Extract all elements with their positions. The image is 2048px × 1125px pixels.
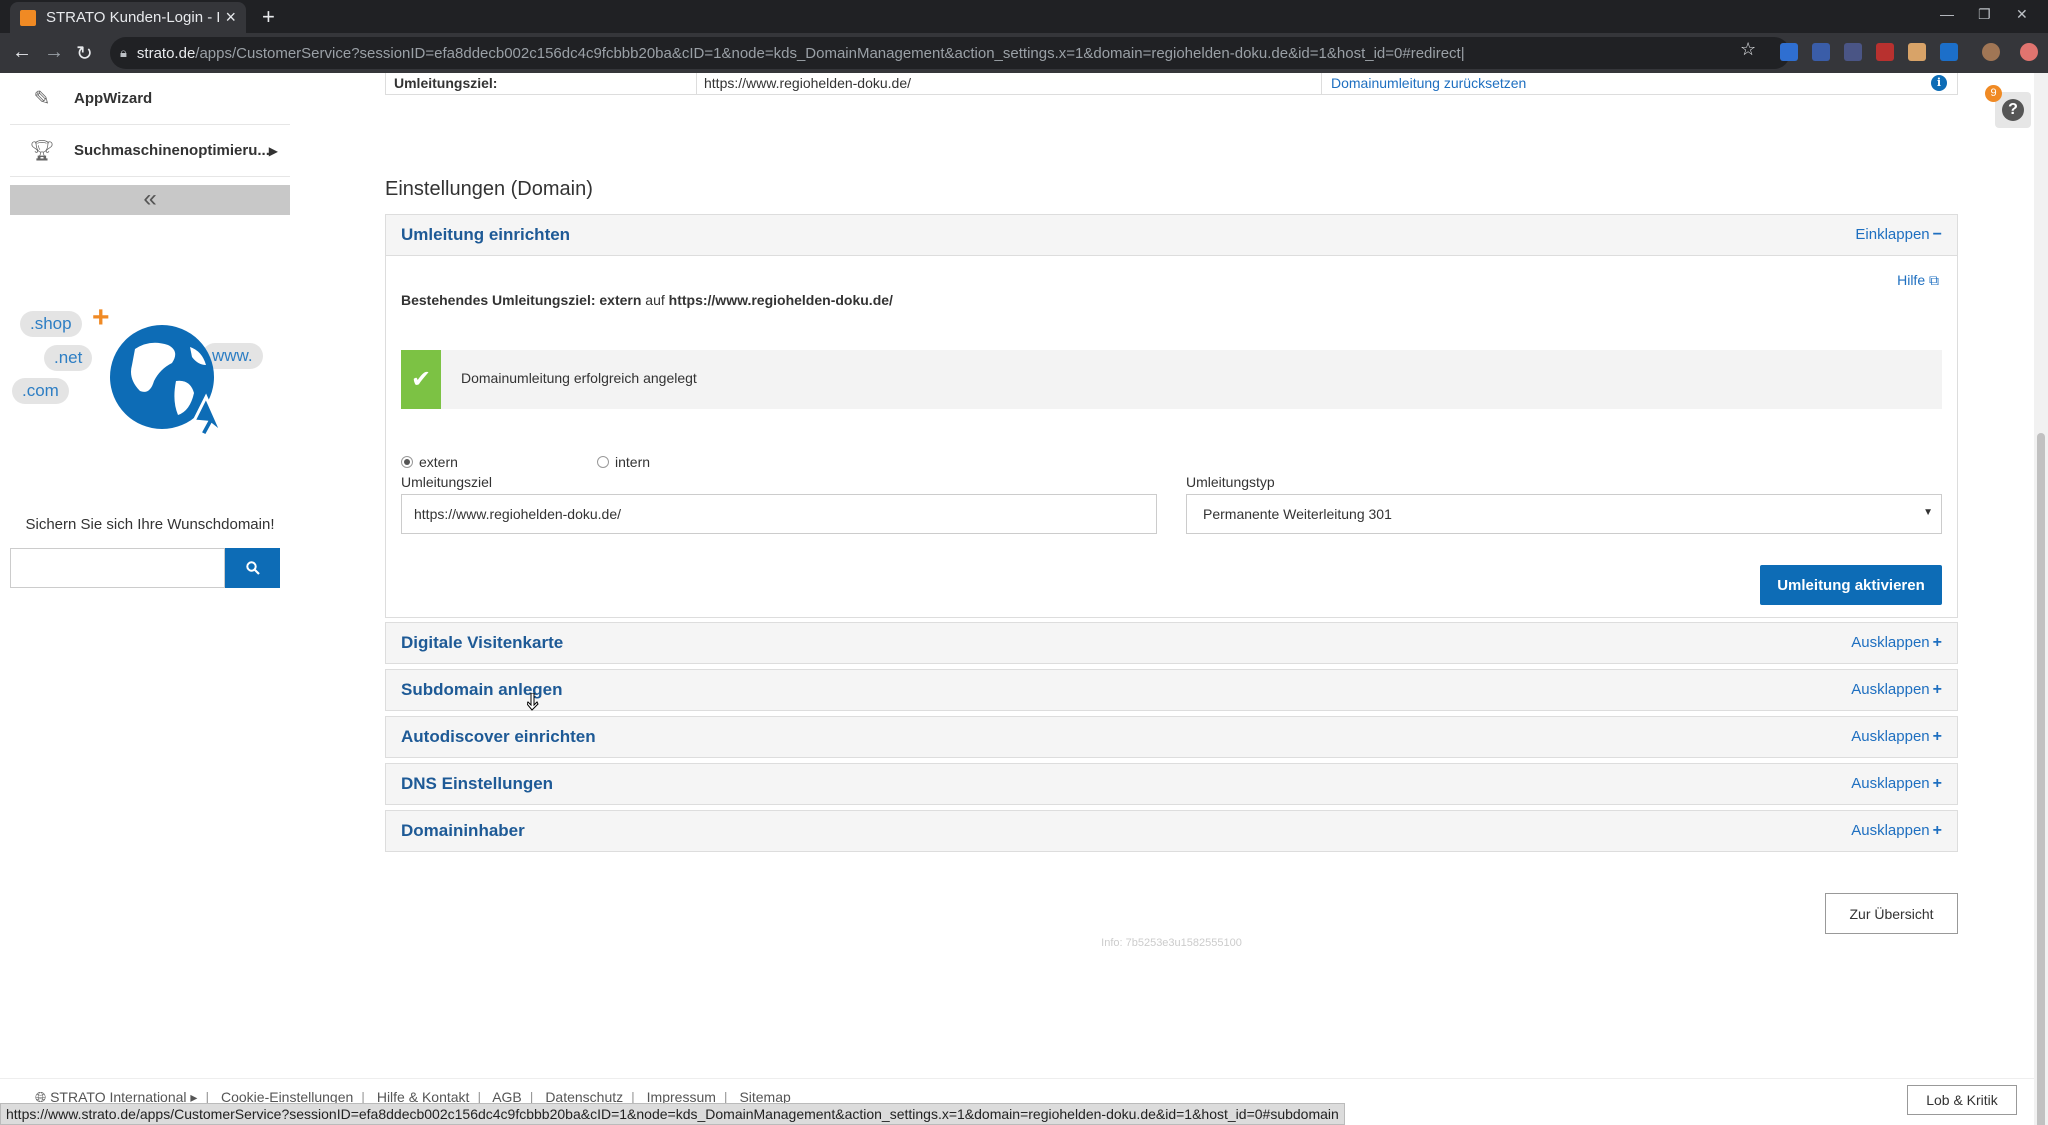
globe-icon: [110, 325, 224, 436]
panel-dns[interactable]: DNS Einstellungen Ausklappen +: [385, 763, 1958, 805]
radio-extern[interactable]: extern: [401, 454, 458, 470]
panel-digital-card[interactable]: Digitale Visitenkarte Ausklappen +: [385, 622, 1958, 664]
redirect-summary-label: Umleitungsziel:: [394, 75, 498, 91]
redirect-target-input[interactable]: https://www.regiohelden-doku.de/: [401, 494, 1157, 534]
redirect-type-select[interactable]: Permanente Weiterleitung 301 ▼: [1186, 494, 1942, 534]
panel-title: DNS Einstellungen: [401, 774, 554, 793]
plus-icon: +: [1932, 728, 1942, 745]
expand-toggle[interactable]: Ausklappen +: [1851, 634, 1942, 652]
trophy-icon: 🏆︎: [29, 140, 55, 162]
redirect-panel-header[interactable]: Umleitung einrichten Einklappen −: [386, 215, 1957, 255]
back-to-overview-button[interactable]: Zur Übersicht: [1825, 893, 1958, 934]
caret-down-icon: ▼: [1923, 507, 1933, 518]
expand-toggle[interactable]: Ausklappen +: [1851, 822, 1942, 840]
close-tab-icon[interactable]: ×: [225, 7, 236, 28]
plus-icon: +: [1932, 775, 1942, 792]
panel-title: Domaininhaber: [401, 821, 525, 840]
promo-bubble: .net: [44, 345, 93, 371]
notification-badge: 9: [1985, 85, 2002, 102]
plus-sparkle-icon: +: [92, 301, 110, 334]
checkmark-icon: ✔: [401, 350, 441, 409]
minus-icon: −: [1932, 226, 1942, 243]
browser-tabbar: STRATO Kunden-Login - D × + — ❐ ✕: [0, 0, 2048, 33]
minimize-icon[interactable]: —: [1940, 6, 1954, 22]
section-title: Einstellungen (Domain): [385, 178, 593, 200]
type-label: Umleitungstyp: [1186, 474, 1275, 490]
new-tab-icon[interactable]: +: [262, 4, 275, 30]
plus-icon: +: [1932, 822, 1942, 839]
forward-icon[interactable]: →: [44, 41, 64, 64]
help-link[interactable]: Hilfe ⧉: [1897, 272, 1939, 289]
success-message: ✔ Domainumleitung erfolgreich angelegt: [401, 350, 1942, 409]
panel-subdomain[interactable]: Subdomain anlegen Ausklappen +: [385, 669, 1958, 711]
redirect-summary-value: https://www.regiohelden-doku.de/: [704, 75, 912, 91]
scroll-thumb[interactable]: [2037, 433, 2045, 1125]
page-scrollbar[interactable]: [2034, 73, 2048, 1125]
browser-toolbar: ← → ↻ 🔒︎ strato.de /apps/CustomerService…: [0, 33, 2048, 73]
panel-domain-owner[interactable]: Domaininhaber Ausklappen +: [385, 810, 1958, 852]
close-window-icon[interactable]: ✕: [2016, 6, 2028, 23]
plus-icon: +: [1932, 681, 1942, 698]
extension-icon[interactable]: [1940, 43, 1958, 61]
sidebar-item-label: Suchmaschinenoptimieru...: [74, 142, 270, 159]
panel-title: Autodiscover einrichten: [401, 727, 596, 746]
address-bar[interactable]: 🔒︎ strato.de /apps/CustomerService?sessi…: [110, 37, 1790, 69]
caret-right-icon: ▶: [268, 143, 278, 158]
existing-redirect-target: Bestehendes Umleitungsziel: extern auf h…: [401, 292, 893, 308]
plus-icon: +: [1932, 634, 1942, 651]
redirect-panel-body: Hilfe ⧉ Bestehendes Umleitungsziel: exte…: [386, 255, 1957, 617]
domain-search-input[interactable]: [10, 548, 225, 588]
panel-title: Umleitung einrichten: [401, 225, 571, 244]
back-icon[interactable]: ←: [12, 41, 32, 64]
expand-toggle[interactable]: Ausklappen +: [1851, 775, 1942, 793]
reload-icon[interactable]: ↻: [76, 41, 93, 66]
expand-toggle[interactable]: Ausklappen +: [1851, 681, 1942, 699]
url-host: strato.de: [136, 44, 196, 62]
radio-intern[interactable]: intern: [597, 454, 650, 470]
redirect-summary-row: Umleitungsziel: https://www.regiohelden-…: [385, 73, 1958, 95]
tab-title: STRATO Kunden-Login - D: [46, 9, 220, 26]
magic-wand-icon: ✎: [33, 88, 51, 110]
promo-bubble: .shop: [20, 311, 82, 337]
sidebar-item-label: AppWizard: [74, 90, 153, 107]
collapse-toggle[interactable]: Einklappen −: [1855, 226, 1942, 244]
extension-icon[interactable]: [1812, 43, 1830, 61]
update-icon[interactable]: [2020, 43, 2038, 61]
extension-icon[interactable]: [1876, 43, 1894, 61]
redirect-panel: Umleitung einrichten Einklappen − Hilfe ⧉…: [385, 214, 1958, 618]
success-text: Domainumleitung erfolgreich angelegt: [461, 370, 697, 386]
domain-search-button[interactable]: [225, 548, 280, 588]
bookmark-star-icon[interactable]: ☆: [1740, 39, 1756, 60]
browser-tab[interactable]: STRATO Kunden-Login - D ×: [10, 2, 246, 33]
radio-button-checked[interactable]: [401, 456, 413, 468]
extension-icon[interactable]: [1844, 43, 1862, 61]
panel-autodiscover[interactable]: Autodiscover einrichten Ausklappen +: [385, 716, 1958, 758]
panel-title: Digitale Visitenkarte: [401, 633, 564, 652]
url-path: /apps/CustomerService?sessionID=efa8ddec…: [195, 44, 1465, 62]
promo-text: Sichern Sie sich Ihre Wunschdomain!: [25, 516, 275, 533]
promo-bubble: .com: [12, 378, 69, 404]
strato-favicon-icon: [20, 9, 36, 26]
browser-status-bar: https://www.strato.de/apps/CustomerServi…: [0, 1103, 1345, 1125]
mouse-pointer-icon: [527, 693, 539, 711]
external-link-icon: ⧉: [1929, 272, 1939, 288]
activate-redirect-button[interactable]: Umleitung aktivieren: [1760, 565, 1942, 605]
search-icon: [245, 561, 260, 575]
sidebar-collapse-button[interactable]: «: [10, 185, 290, 215]
feedback-button[interactable]: Lob & Kritik: [1907, 1085, 2017, 1115]
question-icon: ?: [2002, 99, 2024, 121]
profile-avatar[interactable]: [1982, 43, 2000, 61]
radio-button[interactable]: [597, 456, 609, 468]
extension-icon[interactable]: [1780, 43, 1798, 61]
extension-icon[interactable]: [1908, 43, 1926, 61]
reset-redirect-link[interactable]: Domainumleitung zurücksetzen: [1331, 75, 1526, 91]
restore-icon[interactable]: ❐: [1978, 6, 1991, 23]
expand-toggle[interactable]: Ausklappen +: [1851, 728, 1942, 746]
session-info: Info: 7b5253e3u1582555100: [1101, 937, 1242, 949]
sidebar-item-seo[interactable]: 🏆︎ Suchmaschinenoptimieru... ▶: [10, 125, 290, 177]
info-icon[interactable]: i: [1931, 75, 1947, 91]
sidebar-item-appwizard[interactable]: ✎ AppWizard: [10, 73, 290, 125]
target-label: Umleitungsziel: [401, 474, 493, 490]
lock-icon: 🔒︎: [120, 45, 127, 60]
